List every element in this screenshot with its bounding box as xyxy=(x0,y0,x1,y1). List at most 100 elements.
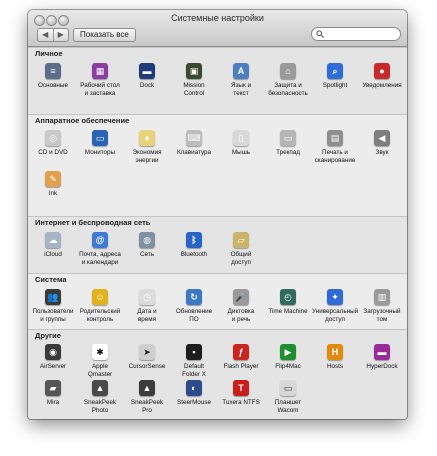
pref-pane-label: Защита и безопасность xyxy=(268,82,308,97)
pref-pane-airserver[interactable]: ◉ AirServer xyxy=(30,344,76,371)
pref-pane-label: Обновление ПО xyxy=(175,308,213,323)
pref-pane-label: Default Folder X xyxy=(182,363,206,378)
section-hardware: Аппаратное обеспечение ◎ CD и DVD ▭ Монитор… xyxy=(28,114,407,217)
section-personal: Личное ≡ Основные ▦ Рабочий стол и заставка… xyxy=(28,47,407,115)
back-button[interactable]: ◀ xyxy=(38,29,54,41)
pref-pane-sound[interactable]: ◀ Звук xyxy=(359,130,405,157)
pref-pane-desktop-screensaver[interactable]: ▦ Рабочий стол и заставка xyxy=(77,63,123,97)
language-text-icon: A xyxy=(233,63,249,79)
pref-pane-tuxera-ntfs[interactable]: T Tuxera NTFS xyxy=(218,380,264,407)
pref-pane-steermouse[interactable]: ◐ SteerMouse xyxy=(171,380,217,407)
pref-pane-trackpad[interactable]: ▭ Трекпад xyxy=(265,130,311,157)
pref-pane-ink[interactable]: ✎ Ink xyxy=(30,171,76,198)
pref-pane-mail-contacts[interactable]: @ Почта, адреса и календари xyxy=(77,232,123,266)
pref-pane-label: Bluetooth xyxy=(180,251,208,258)
pref-pane-default-folder-x[interactable]: ▪ Default Folder X xyxy=(171,344,217,378)
pref-pane-dictation-speech[interactable]: 🎤 Диктовка и речь xyxy=(218,289,264,323)
sneakpeek-photo-icon: ▲ xyxy=(92,380,108,396)
pref-pane-label: AirServer xyxy=(39,363,67,370)
steermouse-icon: ◐ xyxy=(186,380,202,396)
pref-pane-accessibility[interactable]: ✦ Универсальный доступ xyxy=(312,289,358,323)
sharing-icon: ▱ xyxy=(233,232,249,248)
default-folder-x-icon: ▪ xyxy=(186,344,202,360)
pref-pane-displays[interactable]: ▭ Мониторы xyxy=(77,130,123,157)
show-all-button[interactable]: Показать все xyxy=(73,28,136,42)
icloud-icon: ☁ xyxy=(45,232,61,248)
pref-pane-mira[interactable]: ▰ Mira xyxy=(30,380,76,407)
pref-pane-label: Диктовка и речь xyxy=(227,308,255,323)
pref-pane-time-machine[interactable]: ◴ Time Machine xyxy=(265,289,311,316)
pref-pane-label: Общий доступ xyxy=(230,251,252,266)
pref-pane-parental-controls[interactable]: ☺ Родительский контроль xyxy=(77,289,123,323)
section-title-personal: Личное xyxy=(35,49,63,58)
search-field[interactable] xyxy=(311,27,401,41)
parental-controls-icon: ☺ xyxy=(92,289,108,305)
pref-pane-energy-saver[interactable]: ♦ Экономия энергии xyxy=(124,130,170,164)
pref-pane-label: Уведомления xyxy=(362,82,402,89)
pref-pane-apple-qmaster[interactable]: ✱ Apple Qmaster xyxy=(77,344,123,378)
pref-pane-sneakpeek-pro[interactable]: ▲ SneakPeek Pro xyxy=(124,380,170,414)
pref-pane-software-update[interactable]: ↻ Обновление ПО xyxy=(171,289,217,323)
pref-pane-label: Универсальный доступ xyxy=(312,308,359,323)
pref-pane-label: Ink xyxy=(48,190,58,197)
pref-pane-label: Пользователи и группы xyxy=(32,308,74,323)
pref-pane-label: SneakPeek Pro xyxy=(130,399,164,414)
pref-pane-keyboard[interactable]: ⌨ Клавиатура xyxy=(171,130,217,157)
users-groups-icon: 👥 xyxy=(45,289,61,305)
search-icon xyxy=(316,30,324,38)
pref-pane-hosts[interactable]: H Hosts xyxy=(312,344,358,371)
section-internet: Интернет и беспроводная сеть ☁ iCloud @ Поч… xyxy=(28,216,407,274)
accessibility-icon: ✦ xyxy=(327,289,343,305)
pref-pane-date-time[interactable]: ◷ Дата и время xyxy=(124,289,170,323)
pref-pane-label: Spotlight xyxy=(322,82,348,89)
pref-pane-mouse[interactable]: ▯ Мышь xyxy=(218,130,264,157)
pref-pane-label: Трекпад xyxy=(276,149,300,156)
section-other: Другие ◉ AirServer ✱ Apple Qmaster ➤ CursorSe… xyxy=(28,329,407,419)
pref-pane-label: Клавиатура xyxy=(176,149,212,156)
security-house-icon: ⌂ xyxy=(280,63,296,79)
pref-pane-label: Сеть xyxy=(139,251,154,258)
pref-pane-sharing[interactable]: ▱ Общий доступ xyxy=(218,232,264,266)
notifications-icon: ● xyxy=(374,63,390,79)
pref-pane-label: Time Machine xyxy=(268,308,308,315)
software-update-icon: ↻ xyxy=(186,289,202,305)
section-title-internet: Интернет и беспроводная сеть xyxy=(35,218,151,227)
pref-pane-label: Экономия энергии xyxy=(132,149,162,164)
sound-icon: ◀ xyxy=(374,130,390,146)
date-time-icon: ◷ xyxy=(139,289,155,305)
pref-pane-label: Загрузочный том xyxy=(363,308,401,323)
pref-pane-label: HyperDock xyxy=(366,363,398,370)
pref-pane-users-groups[interactable]: 👥 Пользователи и группы xyxy=(30,289,76,323)
pref-pane-label: Язык и текст xyxy=(231,82,251,97)
pref-pane-hyperdock[interactable]: ▬ HyperDock xyxy=(359,344,405,371)
pref-pane-cursorsense[interactable]: ➤ CursorSense xyxy=(124,344,170,371)
pref-pane-cd-dvd[interactable]: ◎ CD и DVD xyxy=(30,130,76,157)
sneakpeek-pro-icon: ▲ xyxy=(139,380,155,396)
pref-pane-label: Mission Control xyxy=(183,82,205,97)
pref-pane-flash-player[interactable]: ƒ Flash Player xyxy=(218,344,264,371)
pref-pane-notifications[interactable]: ● Уведомления xyxy=(359,63,405,90)
preferences-content: Личное ≡ Основные ▦ Рабочий стол и заставка… xyxy=(28,47,407,419)
forward-button[interactable]: ▶ xyxy=(54,29,69,41)
pref-pane-spotlight[interactable]: ⌕ Spotlight xyxy=(312,63,358,90)
pref-pane-mission-control[interactable]: ▣ Mission Control xyxy=(171,63,217,97)
pref-pane-icloud[interactable]: ☁ iCloud xyxy=(30,232,76,259)
pref-pane-print-scan[interactable]: ▤ Печать и сканирование xyxy=(312,130,358,164)
cursorsense-icon: ➤ xyxy=(139,344,155,360)
pref-pane-label: SneakPeek Photo xyxy=(83,399,117,414)
desktop-screensaver-icon: ▦ xyxy=(92,63,108,79)
pref-pane-startup-disk[interactable]: ▥ Загрузочный том xyxy=(359,289,405,323)
pref-pane-sneakpeek-photo[interactable]: ▲ SneakPeek Photo xyxy=(77,380,123,414)
pref-pane-language-text[interactable]: A Язык и текст xyxy=(218,63,264,97)
search-input[interactable] xyxy=(326,28,394,40)
pref-pane-security-house[interactable]: ⌂ Защита и безопасность xyxy=(265,63,311,97)
trackpad-icon: ▭ xyxy=(280,130,296,146)
pref-pane-wacom-tablet[interactable]: ▭ Планшет Wacom xyxy=(265,380,311,414)
pref-pane-flip4mac[interactable]: ▶ Flip4Mac xyxy=(265,344,311,371)
pref-pane-label: CD и DVD xyxy=(38,149,68,156)
pref-pane-dock[interactable]: ▬ Dock xyxy=(124,63,170,90)
pref-pane-network[interactable]: ◍ Сеть xyxy=(124,232,170,259)
pref-pane-bluetooth[interactable]: ᛒ Bluetooth xyxy=(171,232,217,259)
pref-pane-label: Звук xyxy=(375,149,389,156)
pref-pane-general[interactable]: ≡ Основные xyxy=(30,63,76,90)
